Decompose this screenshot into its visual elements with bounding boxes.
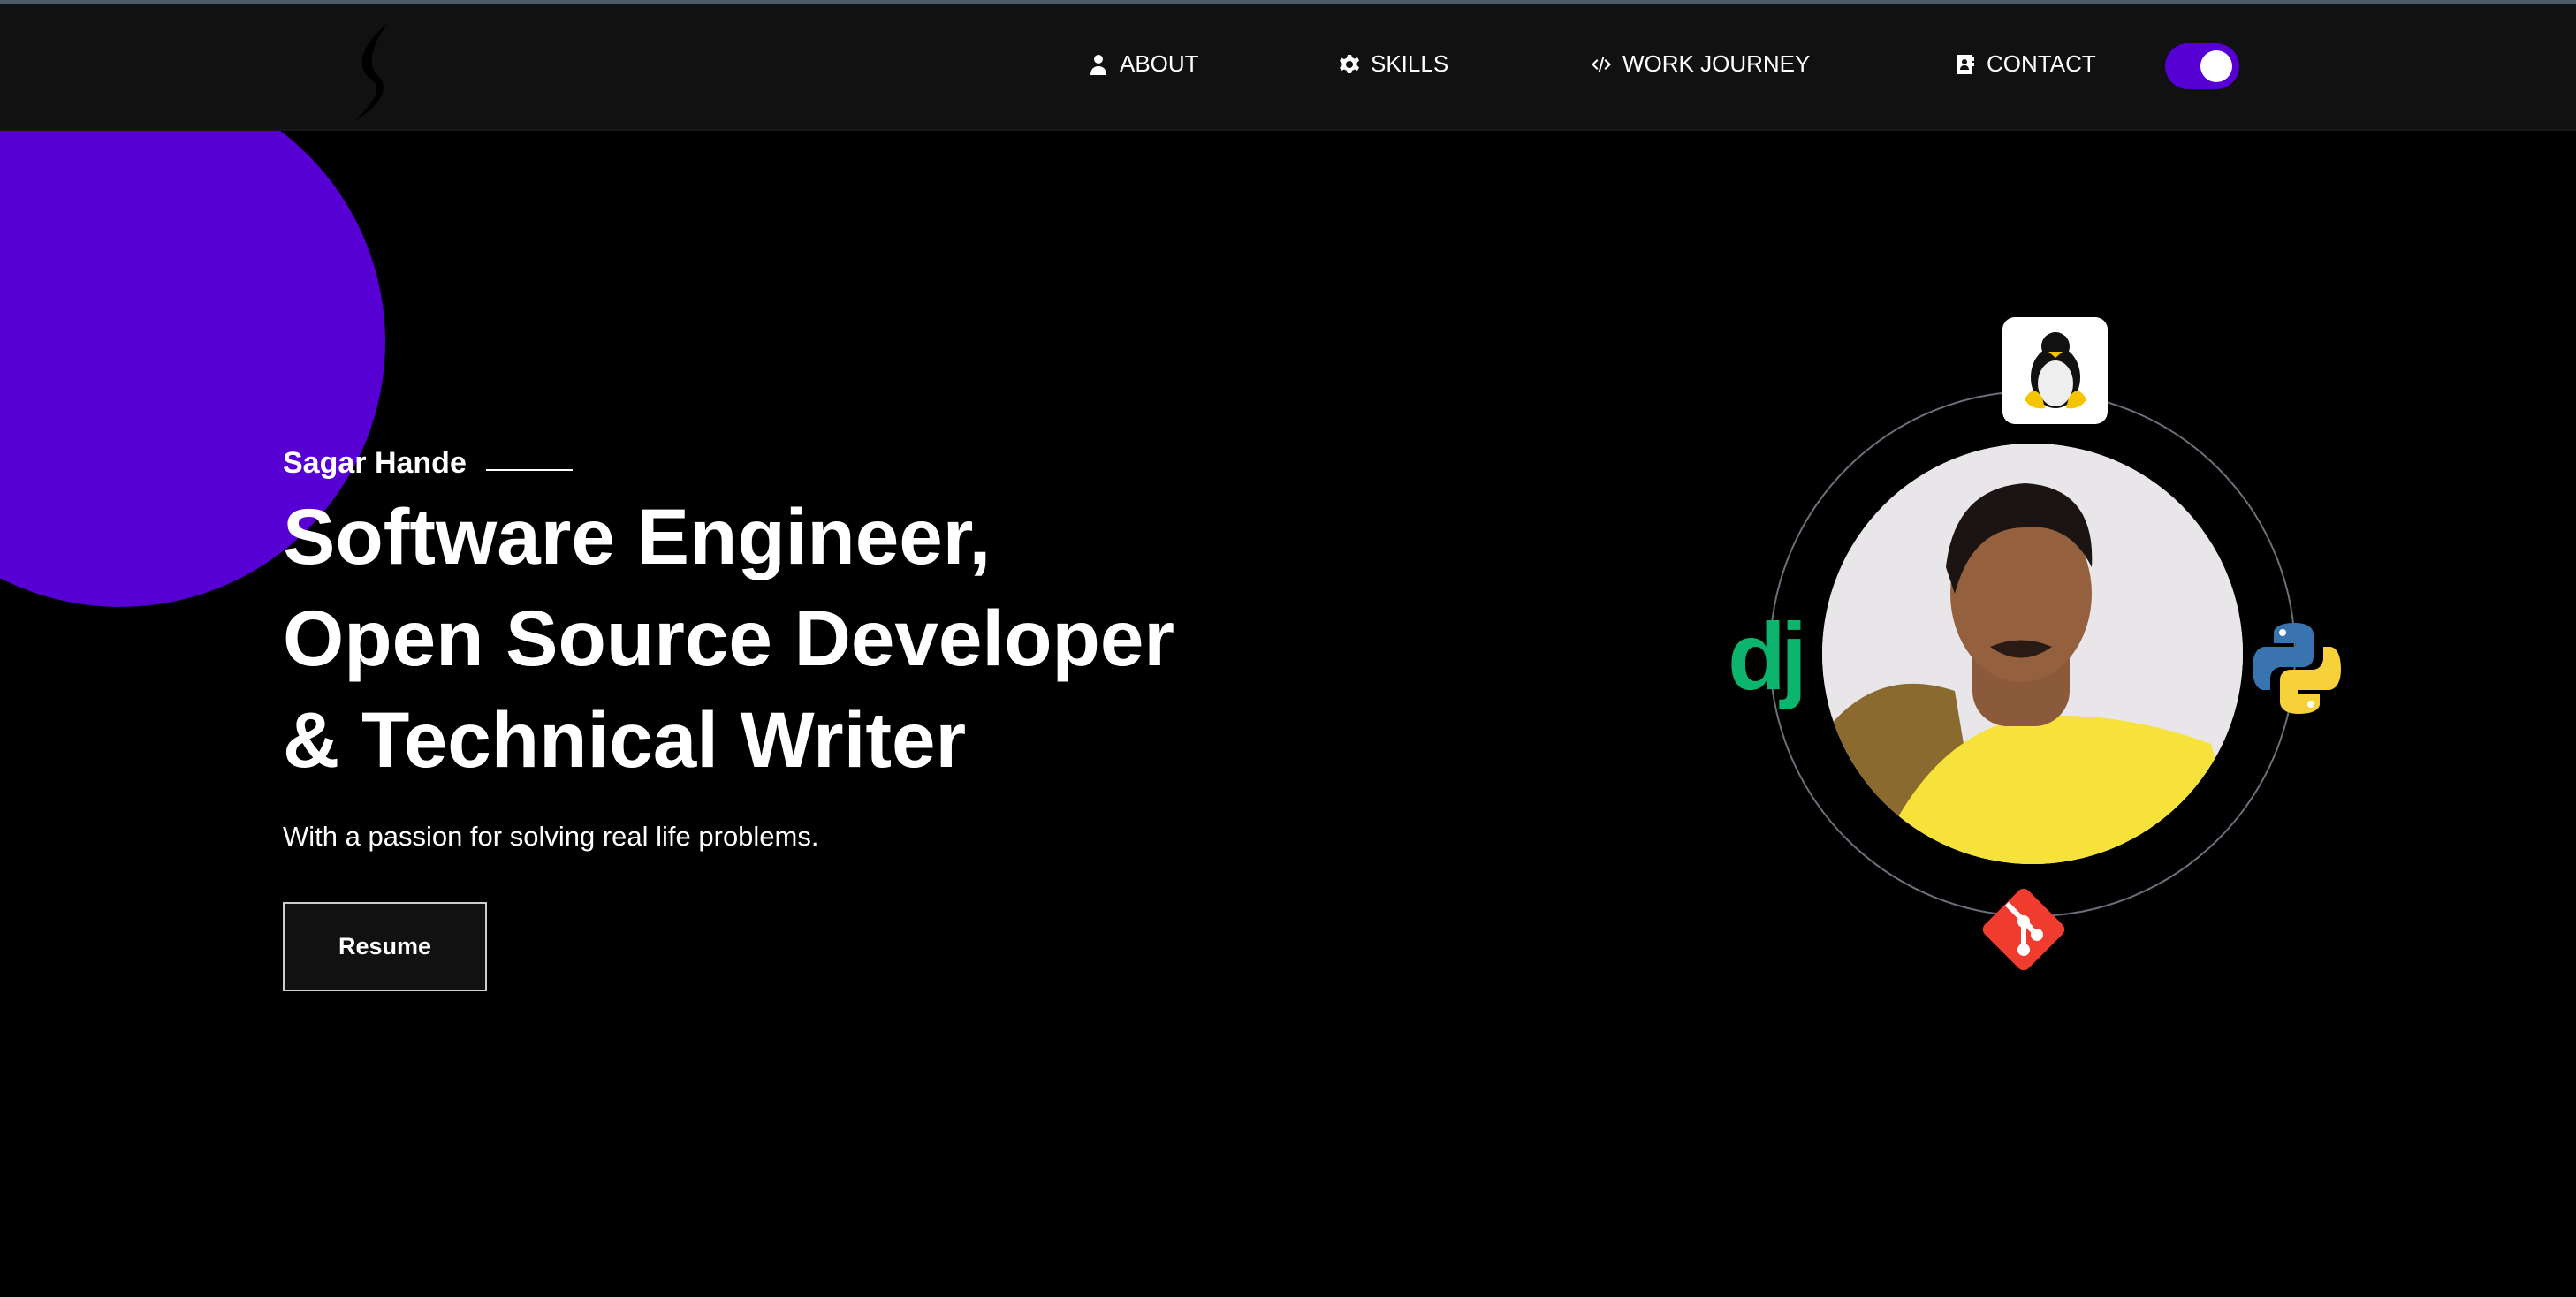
python-icon xyxy=(2253,623,2341,714)
nav-about-label: ABOUT xyxy=(1120,50,1199,77)
code-icon xyxy=(1592,56,1611,72)
headline-line-1: Software Engineer, xyxy=(283,492,992,580)
nav-skills-label: SKILLS xyxy=(1371,50,1449,77)
theme-toggle[interactable] xyxy=(2165,43,2239,89)
profile-photo xyxy=(1822,444,2243,864)
top-border xyxy=(0,0,2576,4)
headline-line-2: Open Source Developer xyxy=(283,594,1174,682)
author-name-row: Sagar Hande xyxy=(283,446,1255,481)
navbar: ABOUT SKILLS WORK JOURNEY CONTACT xyxy=(0,4,2576,131)
hero-section: Sagar Hande Software Engineer, Open Sour… xyxy=(283,446,1255,991)
gear-icon xyxy=(1340,54,1359,73)
nav-contact[interactable]: CONTACT xyxy=(1955,50,2096,78)
nav-contact-label: CONTACT xyxy=(1987,50,2096,77)
logo-icon[interactable] xyxy=(336,18,424,124)
git-icon xyxy=(1982,888,2065,971)
headline-line-3: & Technical Writer xyxy=(283,695,967,784)
nav-about[interactable]: ABOUT xyxy=(1088,50,1199,78)
resume-button[interactable]: Resume xyxy=(283,902,487,991)
linux-icon xyxy=(2002,317,2108,424)
django-icon: dj xyxy=(1728,603,1807,709)
contact-card-icon xyxy=(1957,54,1974,74)
headline: Software Engineer, Open Source Developer… xyxy=(283,486,1255,791)
nav-work-journey[interactable]: WORK JOURNEY xyxy=(1591,50,1810,78)
author-name: Sagar Hande xyxy=(283,446,467,480)
name-underline xyxy=(485,468,573,471)
nav-skills[interactable]: SKILLS xyxy=(1339,50,1448,78)
subtitle: With a passion for solving real life pro… xyxy=(283,821,819,852)
user-icon xyxy=(1090,54,1106,75)
toggle-knob xyxy=(2200,50,2232,82)
nav-work-journey-label: WORK JOURNEY xyxy=(1622,50,1811,77)
